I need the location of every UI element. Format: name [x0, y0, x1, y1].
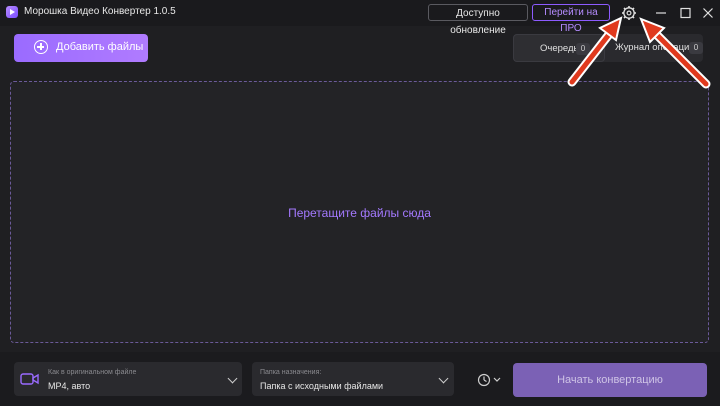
upgrade-pro-button[interactable]: Перейти на ПРО	[532, 4, 610, 34]
format-value: MP4, авто	[48, 381, 91, 391]
tab-queue-label: Очередь	[540, 43, 579, 54]
minimize-icon[interactable]	[652, 4, 670, 22]
chevron-down-icon	[227, 373, 238, 384]
destination-value: Папка с исходными файлами	[260, 381, 384, 391]
tab-queue-count: 0	[576, 43, 590, 55]
tab-queue[interactable]: Очередь 0	[513, 34, 605, 62]
tab-log[interactable]: Журнал операций 0	[605, 34, 703, 62]
footer-bar: Как в оригинальном файле MP4, авто Папка…	[0, 352, 720, 406]
update-available-button[interactable]: Доступно обновление	[428, 4, 528, 36]
chevron-down-icon	[438, 373, 449, 384]
drop-hint: Перетащите файлы сюда	[288, 206, 431, 220]
app-title: Морошка Видео Конвертер 1.0.5	[24, 6, 176, 17]
add-files-button[interactable]: Добавить файлы	[14, 34, 148, 62]
video-camera-icon	[20, 371, 40, 390]
destination-folder-select[interactable]: Папка назначения: Папка с исходными файл…	[252, 362, 454, 396]
schedule-timer-button[interactable]	[477, 373, 503, 387]
drop-zone[interactable]: Перетащите файлы сюда	[10, 81, 709, 343]
timer-icon	[477, 373, 501, 387]
maximize-icon[interactable]	[676, 4, 694, 22]
app-logo-icon	[6, 6, 18, 18]
plus-circle-icon	[34, 40, 48, 54]
output-format-select[interactable]: Как в оригинальном файле MP4, авто	[14, 362, 242, 396]
toolbar: Добавить файлы Очередь 0 Журнал операций…	[0, 26, 720, 72]
destination-caption: Папка назначения:	[260, 369, 322, 376]
start-conversion-button[interactable]: Начать конвертацию	[513, 363, 707, 397]
title-bar: Морошка Видео Конвертер 1.0.5 Доступно о…	[0, 0, 720, 36]
close-icon[interactable]	[699, 4, 717, 22]
tab-log-label: Журнал операций	[615, 42, 695, 53]
tab-log-count: 0	[689, 42, 703, 54]
tab-group: Очередь 0 Журнал операций 0	[513, 34, 703, 62]
add-files-label: Добавить файлы	[56, 41, 144, 53]
gear-icon[interactable]	[620, 4, 638, 22]
format-caption: Как в оригинальном файле	[48, 369, 137, 376]
